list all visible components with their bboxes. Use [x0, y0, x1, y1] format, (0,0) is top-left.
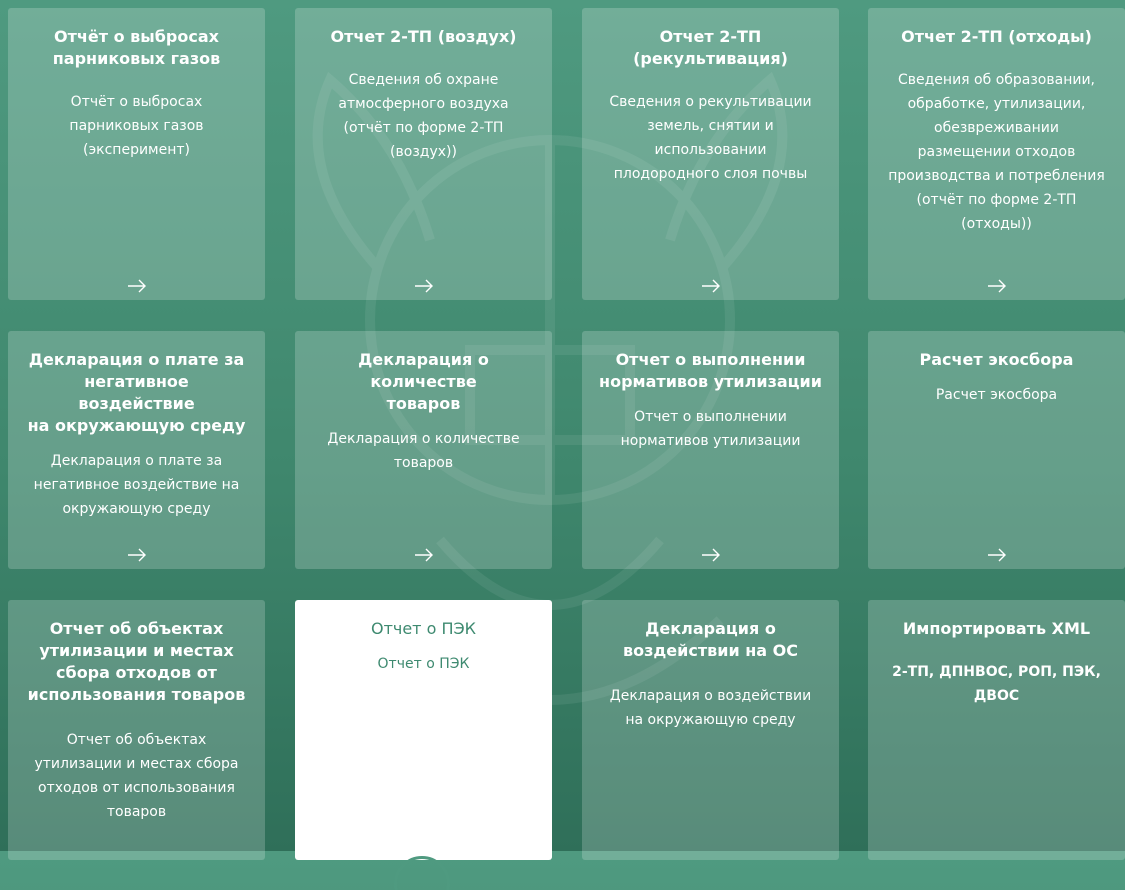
card-title: Отчет о выполнении нормативов утилизации [599, 350, 822, 391]
card-title: Отчет 2-ТП (отходы) [901, 27, 1092, 46]
report-cards-grid: Отчёт о выбросах парниковых газов Отчёт … [0, 0, 1125, 890]
card-title: Отчет 2-ТП (рекультивация) [633, 27, 788, 68]
card-description: Отчет о ПЭК [377, 656, 470, 672]
card-goods-quantity-declaration[interactable]: Декларация о количестве товаров Декларац… [295, 331, 552, 569]
arrow-right-icon[interactable] [414, 278, 434, 294]
card-title: Импортировать XML [902, 619, 1091, 638]
arrow-right-icon[interactable] [701, 278, 721, 294]
card-description: Расчет экосбора [935, 387, 1058, 403]
card-title: Отчет о ПЭК [370, 619, 477, 638]
card-description: Декларация о воздействии на окружающую с… [609, 688, 812, 728]
card-title: Отчет 2-ТП (воздух) [330, 27, 517, 46]
arrow-right-icon[interactable] [414, 547, 434, 563]
card-ecofee-calculation[interactable]: Расчет экосбора Расчет экосбора [868, 331, 1125, 569]
card-negative-impact-fee-declaration[interactable]: Декларация о плате за негативное воздейс… [8, 331, 265, 569]
card-description: Декларация о количестве товаров [327, 431, 520, 471]
card-2tp-recultivation[interactable]: Отчет 2-ТП (рекультивация) Сведения о ре… [582, 8, 839, 300]
card-ghg-emissions-report[interactable]: Отчёт о выбросах парниковых газов Отчёт … [8, 8, 265, 300]
card-title: Декларация о воздействии на ОС [622, 619, 799, 660]
arrow-right-icon[interactable] [987, 278, 1007, 294]
card-description: Отчет о выполнении нормативов утилизации [620, 409, 801, 449]
card-title: Отчёт о выбросах парниковых газов [52, 27, 221, 68]
arrow-right-icon[interactable] [127, 547, 147, 563]
card-description: Декларация о плате за негативное воздейс… [33, 453, 240, 517]
card-import-xml[interactable]: Импортировать XML 2-ТП, ДПНВОС, РОП, ПЭК… [868, 600, 1125, 860]
arrow-right-icon[interactable] [987, 547, 1007, 563]
card-title: Отчет об объектах утилизации и местах сб… [27, 619, 246, 704]
card-pek-report[interactable]: Отчет о ПЭК Отчет о ПЭК [295, 600, 552, 890]
card-description: Сведения о рекультивации земель, снятии … [609, 94, 812, 182]
card-2tp-air[interactable]: Отчет 2-ТП (воздух) Сведения об охране а… [295, 8, 552, 300]
loading-spinner-icon [393, 856, 454, 890]
card-title: Декларация о плате за негативное воздейс… [27, 350, 246, 435]
card-recycling-standards-report[interactable]: Отчет о выполнении нормативов утилизации… [582, 331, 839, 569]
arrow-right-icon[interactable] [701, 547, 721, 563]
card-title: Декларация о количестве товаров [358, 350, 489, 413]
card-title: Расчет экосбора [919, 350, 1074, 369]
card-description: Сведения об образовании, обработке, утил… [888, 72, 1105, 232]
card-description: 2-ТП, ДПНВОС, РОП, ПЭК, ДВОС [892, 664, 1101, 704]
card-2tp-waste[interactable]: Отчет 2-ТП (отходы) Сведения об образова… [868, 8, 1125, 300]
card-environmental-impact-declaration[interactable]: Декларация о воздействии на ОС Деклараци… [582, 600, 839, 860]
card-waste-facilities-report[interactable]: Отчет об объектах утилизации и местах сб… [8, 600, 265, 860]
arrow-right-icon[interactable] [127, 278, 147, 294]
card-description: Отчёт о выбросах парниковых газов (экспе… [69, 94, 204, 158]
card-description: Сведения об охране атмосферного воздуха … [338, 72, 509, 160]
card-description: Отчет об объектах утилизации и местах сб… [34, 732, 239, 820]
